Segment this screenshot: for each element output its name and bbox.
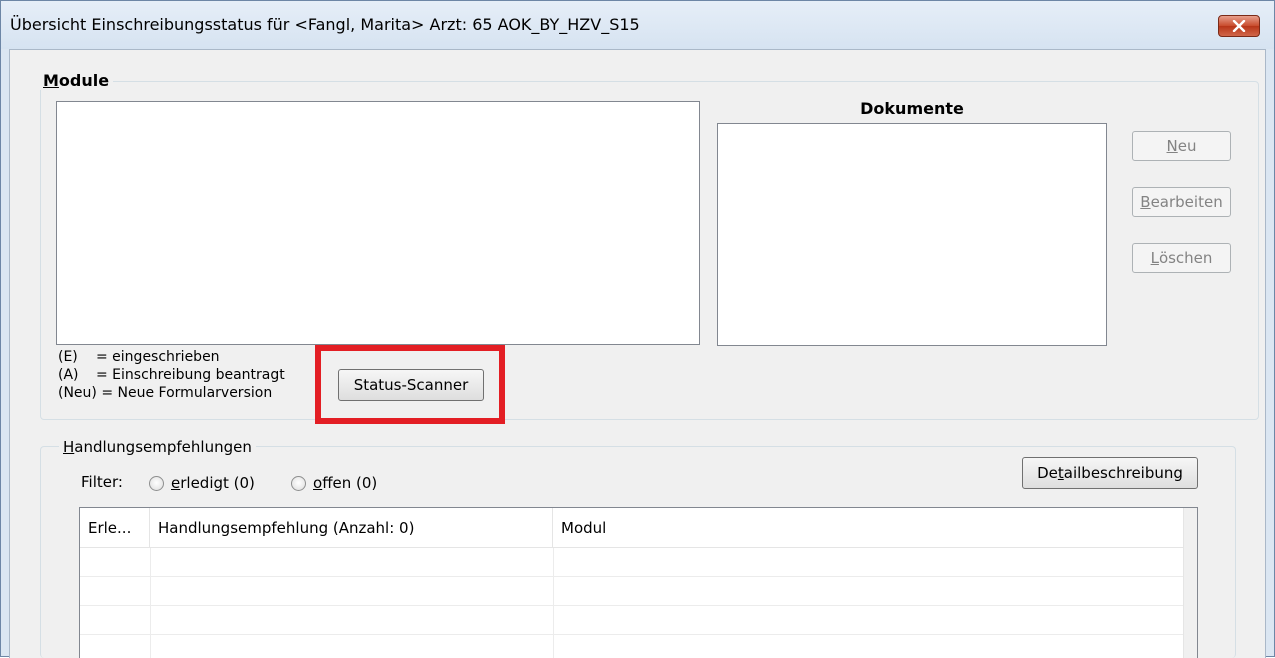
close-icon	[1232, 20, 1246, 32]
legend-applied: (A) = Einschreibung beantragt	[58, 367, 285, 383]
legend-enrolled: (E) = eingeschrieben	[58, 349, 220, 365]
filter-open-label[interactable]: offen (0)	[313, 474, 377, 492]
table-row[interactable]	[80, 606, 1185, 635]
column-divider	[150, 548, 151, 658]
legend-new-form-version: (Neu) = Neue Formularversion	[58, 385, 273, 401]
column-divider	[553, 548, 554, 658]
column-header-done[interactable]: Erle...	[80, 508, 150, 548]
table-vertical-scrollbar[interactable]	[1183, 508, 1197, 658]
delete-document-button[interactable]: Löschen	[1132, 243, 1231, 273]
title-bar[interactable]: Übersicht Einschreibungsstatus für <Fang…	[1, 1, 1274, 49]
new-document-button[interactable]: Neu	[1132, 131, 1231, 161]
filter-open-radio[interactable]	[291, 476, 306, 491]
filter-done-radio[interactable]	[149, 476, 164, 491]
module-list[interactable]	[56, 101, 700, 345]
edit-document-button[interactable]: Bearbeiten	[1132, 187, 1231, 217]
recommendations-group-label: Handlungsempfehlungen	[59, 438, 256, 456]
table-row[interactable]	[80, 635, 1185, 658]
close-button[interactable]	[1218, 15, 1260, 37]
table-header: Erle... Handlungsempfehlung (Anzahl: 0) …	[80, 508, 1185, 548]
highlight-box	[315, 345, 505, 424]
filter-label: Filter:	[81, 473, 123, 491]
column-header-recommendation[interactable]: Handlungsempfehlung (Anzahl: 0)	[150, 508, 553, 548]
dialog-window: Übersicht Einschreibungsstatus für <Fang…	[0, 0, 1275, 658]
window-title: Übersicht Einschreibungsstatus für <Fang…	[10, 15, 640, 34]
documents-list[interactable]	[717, 123, 1107, 346]
detail-description-button[interactable]: De t ailbeschreibung	[1022, 457, 1198, 489]
table-row[interactable]	[80, 548, 1185, 577]
recommendations-table[interactable]: Erle... Handlungsempfehlung (Anzahl: 0) …	[79, 507, 1198, 658]
documents-heading: Dokumente	[860, 99, 964, 118]
filter-done-label[interactable]: erledigt (0)	[171, 474, 255, 492]
table-row[interactable]	[80, 577, 1185, 606]
module-group-label: Module	[39, 71, 114, 90]
column-header-module[interactable]: Modul	[553, 508, 1185, 548]
